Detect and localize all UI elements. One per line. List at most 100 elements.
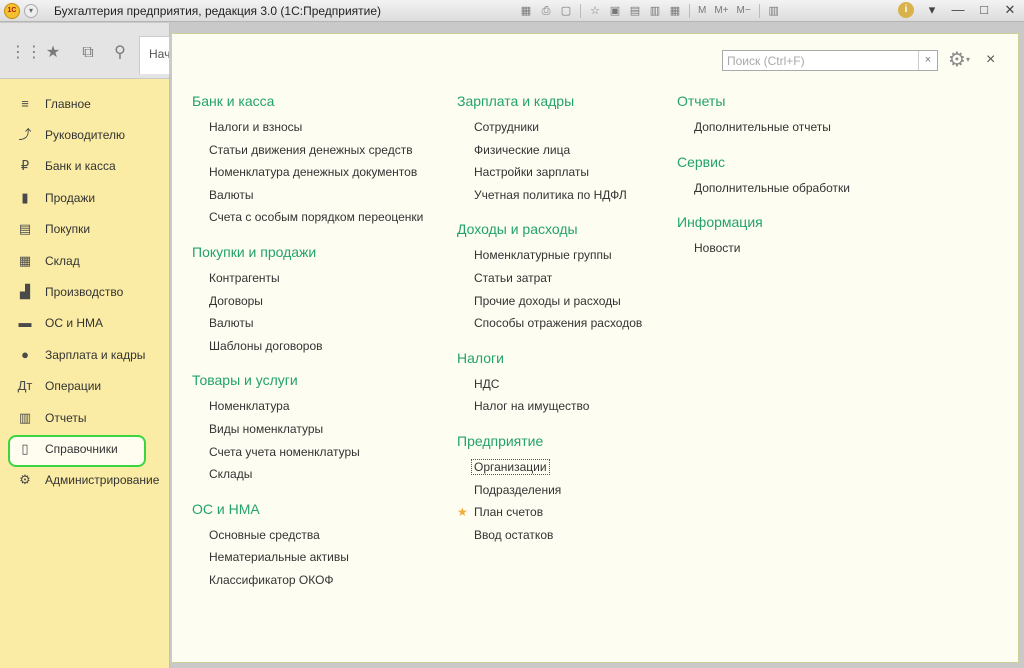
section-title: Покупки и продажи [192, 243, 317, 260]
sidebar-item-label: Операции [45, 379, 102, 394]
menu-section: Сервис Дополнительные обработки [677, 153, 850, 203]
section-link[interactable]: Учетная политика по НДФЛ [457, 187, 642, 210]
section-link[interactable]: Валюты [192, 315, 423, 338]
minimize-button[interactable]: — [950, 2, 966, 18]
main-menu-icon[interactable]: ▾ [24, 4, 38, 18]
section-link[interactable]: Физические лица [457, 142, 642, 165]
search-icon[interactable]: ⚲ [110, 43, 130, 63]
section-link[interactable]: Контрагенты [192, 270, 423, 293]
section-link[interactable]: Нематериальные активы [192, 549, 423, 572]
section-link[interactable]: Статьи движения денежных средств [192, 142, 423, 165]
section-link[interactable]: Налог на имущество [457, 398, 642, 421]
calendar-icon[interactable]: ▦ [667, 3, 683, 19]
sidebar-item[interactable]: ▦ Склад [0, 245, 169, 276]
sidebar-item[interactable]: ▟ Производство [0, 276, 169, 307]
section-link-label: Склады [209, 467, 253, 482]
close-window-button[interactable]: ✕ [1002, 2, 1018, 18]
sidebar-item[interactable]: ₽ Банк и касса [0, 151, 169, 182]
section-link[interactable]: Шаблоны договоров [192, 338, 423, 361]
section-link[interactable]: Договоры [192, 293, 423, 316]
section-link[interactable]: Организации [457, 458, 642, 482]
section-link[interactable]: Настройки зарплаты [457, 164, 642, 187]
sidebar-item[interactable]: ▥ Отчеты [0, 402, 169, 433]
close-panel-button[interactable]: × [986, 50, 995, 70]
section-link[interactable]: Счета учета номенклатуры [192, 444, 423, 467]
section-title: ОС и НМА [192, 500, 260, 517]
section-link[interactable]: Дополнительные отчеты [677, 119, 850, 142]
memory-m-plus-button[interactable]: M+ [712, 3, 730, 19]
memory-m-button[interactable]: M [696, 3, 708, 19]
save-icon[interactable]: ▦ [518, 3, 534, 19]
section-link-label: Способы отражения расходов [474, 316, 643, 331]
section-link[interactable]: Сотрудники [457, 119, 642, 142]
section-link[interactable]: Налоги и взносы [192, 119, 423, 142]
section-link[interactable]: Способы отражения расходов [457, 315, 642, 338]
sidebar-item[interactable]: ⚙ Администрирование [0, 465, 169, 496]
gear-icon[interactable]: ⚙▾ [948, 49, 970, 71]
sidebar-toolbar: ⋮⋮ ★ ⧉ ⚲ Нач [0, 23, 170, 79]
section-title: Банк и касса [192, 93, 275, 109]
section-link[interactable]: НДС [457, 376, 642, 399]
section-link[interactable]: Номенклатурные группы [457, 247, 642, 270]
section-link[interactable]: Дополнительные обработки [677, 180, 850, 203]
section-link[interactable]: ★ План счетов [457, 504, 642, 527]
sidebar-item[interactable]: ▯ Справочники [0, 433, 169, 468]
tab-home[interactable]: Нач [139, 36, 170, 74]
section-link[interactable]: Подразделения [457, 482, 642, 505]
section-link[interactable]: Номенклатура [192, 398, 423, 421]
section-link-label: Подразделения [474, 482, 562, 497]
sidebar-item[interactable]: ▬ ОС и НМА [0, 308, 169, 339]
section-link-label: Учетная политика по НДФЛ [474, 187, 627, 202]
section-link-label: Настройки зарплаты [474, 165, 590, 180]
section-link-label: Ввод остатков [474, 527, 554, 542]
favorites-star-icon[interactable]: ★ [43, 43, 63, 63]
history-icon[interactable]: ▤ [627, 3, 643, 19]
menu-section: ОС и НМА Основные средства Нематериальные … [192, 500, 423, 595]
section-link[interactable]: Статьи затрат [457, 270, 642, 293]
section-link[interactable]: Склады [192, 466, 423, 489]
memory-m-minus-button[interactable]: M− [735, 3, 753, 19]
section-link[interactable]: Валюты [192, 187, 423, 210]
sidebar-item-label: Производство [45, 285, 124, 300]
sidebar-item[interactable]: ● Зарплата и кадры [0, 339, 169, 370]
section-link-label: Договоры [209, 293, 263, 308]
preview-icon[interactable]: ▢ [558, 3, 574, 19]
sidebar-item[interactable]: Дт Операции [0, 371, 169, 402]
section-link[interactable]: Прочие доходы и расходы [457, 293, 642, 316]
section-link[interactable]: Ввод остатков [457, 527, 642, 550]
sidebar-item[interactable]: ⤴ Руководителю [0, 119, 169, 150]
toolbar-divider [758, 4, 760, 18]
chevron-down-icon[interactable]: ▾ [924, 2, 940, 18]
info-icon[interactable]: i [898, 2, 914, 18]
search-input[interactable] [723, 51, 918, 70]
app-logo-icon[interactable]: 1С [4, 3, 20, 19]
sidebar-item[interactable]: ≡ Главное [0, 88, 169, 119]
history-icon[interactable]: ⧉ [78, 43, 98, 63]
menu-section: Банк и касса Налоги и взносы Статьи движен… [192, 92, 423, 232]
section-link[interactable]: Основные средства [192, 527, 423, 550]
favorite-star-icon[interactable]: ☆ [587, 3, 603, 19]
print-icon[interactable]: ⎙ [538, 3, 554, 19]
favorite-star-icon[interactable]: ★ [457, 504, 468, 520]
section-link[interactable]: Номенклатура денежных документов [192, 164, 423, 187]
toolbar-divider [580, 4, 581, 18]
section-link[interactable]: Классификатор ОКОФ [192, 572, 423, 595]
sidebar-nav: ≡ Главное ⤴ Руководителю ₽ Банк и касса ▮ Прода… [0, 79, 169, 496]
section-link[interactable]: Новости [677, 240, 850, 263]
link-icon[interactable]: ▣ [607, 3, 623, 19]
section-link[interactable]: Счета с особым порядком переоценки [192, 209, 423, 232]
nav-section-icon: Дт [17, 378, 33, 394]
section-link-label: Статьи затрат [474, 270, 553, 285]
apps-grid-icon[interactable]: ⋮⋮ [10, 43, 42, 63]
menu-section: Налоги НДС Налог на имущество [457, 349, 642, 421]
maximize-button[interactable]: □ [976, 2, 992, 18]
section-link[interactable]: Виды номенклатуры [192, 421, 423, 444]
clear-search-icon[interactable]: × [918, 51, 937, 70]
panels-icon[interactable]: ▥ [766, 3, 782, 19]
sidebar-item[interactable]: ▮ Продажи [0, 182, 169, 213]
nav-section-icon: ▥ [18, 409, 32, 425]
section-link-label: Контрагенты [209, 270, 280, 285]
sidebar-item[interactable]: ▤ Покупки [0, 214, 169, 245]
calculator-icon[interactable]: ▥ [647, 3, 663, 19]
section-link-label: Классификатор ОКОФ [209, 572, 334, 587]
